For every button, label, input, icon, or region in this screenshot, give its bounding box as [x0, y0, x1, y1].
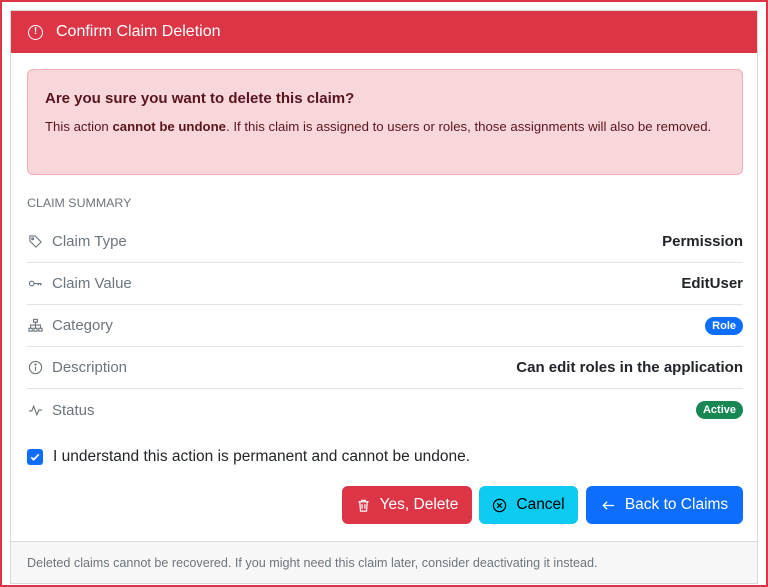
summary-row-claim-value: Claim Value EditUser [27, 263, 743, 305]
activity-icon [27, 402, 43, 418]
warning-alert: Are you sure you want to delete this cla… [27, 69, 743, 175]
card-header: ! Confirm Claim Deletion [11, 11, 757, 53]
key-icon [27, 276, 43, 292]
category-badge: Role [705, 316, 743, 335]
back-to-claims-label: Back to Claims [624, 496, 729, 513]
summary-row-label: Claim Type [52, 233, 127, 250]
summary-row-label: Category [52, 317, 113, 334]
summary-row-value: Permission [662, 233, 743, 250]
summary-row-label: Description [52, 359, 128, 376]
arrow-left-icon [601, 498, 616, 513]
tag-icon [27, 234, 43, 250]
diagram-icon [27, 318, 43, 334]
alert-text-after: . If this claim is assigned to users or … [226, 119, 712, 134]
cancel-button[interactable]: Cancel [479, 486, 578, 524]
summary-row-value: Can edit roles in the application [516, 359, 743, 376]
status-badge: Active [695, 401, 743, 419]
trash-icon [356, 498, 371, 513]
summary-row-category: Category Role [27, 305, 743, 347]
confirm-delete-card: ! Confirm Claim Deletion Are you sure yo… [10, 10, 758, 584]
alert-title: Are you sure you want to delete this cla… [45, 90, 355, 107]
info-circle-icon [27, 360, 43, 376]
cancel-label: Cancel [516, 496, 565, 513]
exclamation-circle-icon: ! [28, 24, 43, 40]
page-frame: ! Confirm Claim Deletion Are you sure yo… [0, 0, 768, 587]
card-footer: Deleted claims cannot be recovered. If y… [11, 541, 757, 583]
alert-text: This action cannot be undone. If this cl… [45, 116, 725, 137]
card-title: Confirm Claim Deletion [56, 23, 221, 40]
claim-summary-label: CLAIM SUMMARY [27, 196, 132, 210]
summary-row-label: Claim Value [52, 275, 132, 292]
summary-row-value: EditUser [681, 275, 743, 292]
claim-summary-list: Claim Type Permission Claim Value EditUs… [27, 221, 743, 431]
x-circle-icon [492, 498, 507, 513]
summary-row-status: Status Active [27, 389, 743, 431]
summary-row-claim-type: Claim Type Permission [27, 221, 743, 263]
yes-delete-button[interactable]: Yes, Delete [342, 486, 472, 524]
confirm-checkbox-label[interactable]: I understand this action is permanent an… [27, 448, 470, 466]
alert-text-before: This action [45, 119, 113, 134]
confirm-checkbox-text: I understand this action is permanent an… [53, 448, 471, 465]
footer-text: Deleted claims cannot be recovered. If y… [27, 555, 598, 570]
summary-row-description: Description Can edit roles in the applic… [27, 347, 743, 389]
summary-row-label: Status [52, 401, 95, 419]
yes-delete-label: Yes, Delete [379, 496, 459, 513]
alert-text-bold: cannot be undone [112, 119, 226, 134]
back-to-claims-button[interactable]: Back to Claims [586, 486, 743, 524]
confirm-checkbox[interactable] [27, 449, 43, 465]
